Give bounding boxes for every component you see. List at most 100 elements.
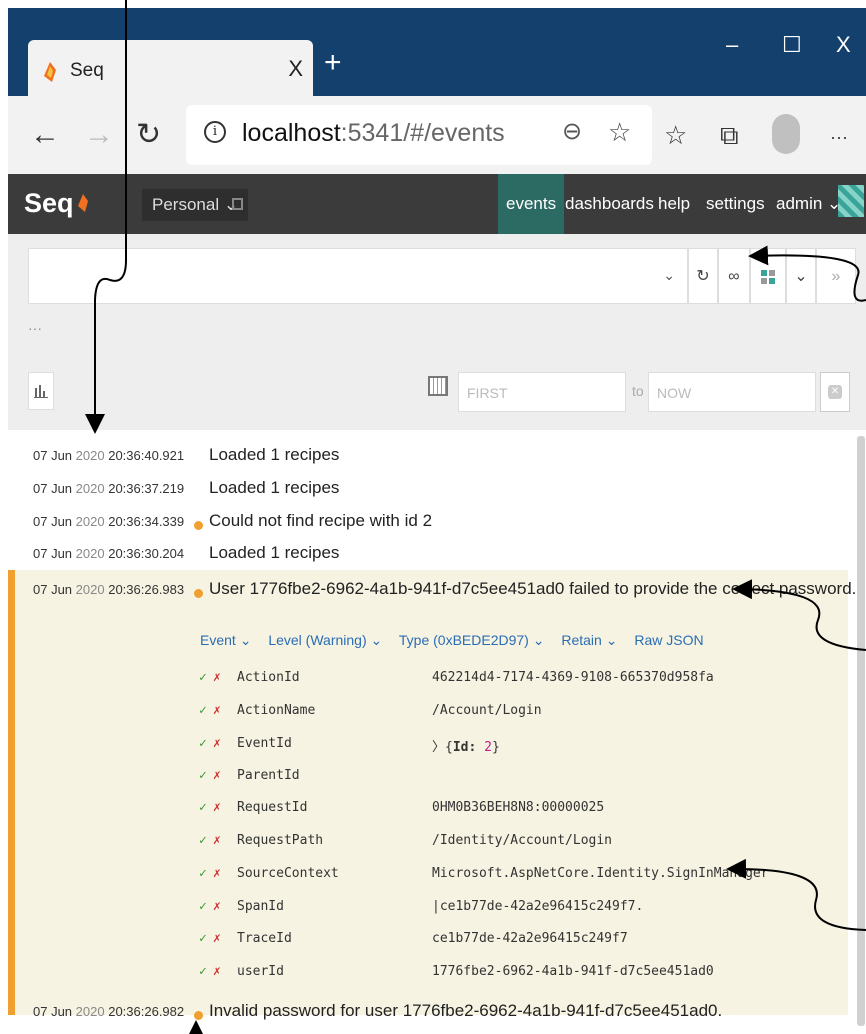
exclude-filter-icon[interactable]: ✗ [213,768,221,783]
calendar-icon[interactable] [428,376,448,396]
property-value: /Identity/Account/Login [432,833,613,848]
exclude-filter-icon[interactable]: ✗ [213,964,221,979]
exclude-filter-icon[interactable]: ✗ [213,866,221,881]
property-row: ✓ ✗ RequestId 0HM0B36BEH8N8:00000025 [199,792,839,824]
browser-toolbar: ← → ↻ i localhost:5341/#/events ⊖ ☆ ☆ ⧉ … [8,96,866,174]
event-message: Loaded 1 recipes [209,445,340,464]
property-name: ParentId [237,768,300,783]
event-row[interactable]: 07 Jun 2020 20:36:34.339 Could not find … [8,506,848,538]
nav-help[interactable]: help [658,174,690,234]
browser-tab-seq[interactable]: Seq X [28,40,313,104]
date-from-input[interactable]: FIRST [458,372,626,412]
signal-dropdown-button[interactable]: ⌄ [786,248,816,304]
scrollbar[interactable] [857,436,865,1026]
admin-avatar[interactable] [838,185,864,217]
property-row: ✓ ✗ SpanId |ce1b77de-42a2e96415c249f7. [199,891,839,923]
nav-dashboards[interactable]: dashboards [565,174,654,234]
property-name: ActionName [237,703,316,718]
nav-events[interactable]: events [498,174,565,234]
exclude-filter-icon[interactable]: ✗ [213,736,221,751]
zoom-icon[interactable]: ⊖ [562,117,582,146]
back-icon[interactable]: ← [30,120,60,150]
more-menu-icon[interactable]: ··· [830,122,848,152]
exclude-filter-icon[interactable]: ✗ [213,703,221,718]
event-menu-button[interactable]: Event ⌄ [200,632,251,648]
include-filter-icon[interactable]: ✓ [199,866,207,881]
minimize-button[interactable]: – [726,32,738,58]
event-row-selected[interactable]: 07 Jun 2020 20:36:26.983 User 1776fbe2-6… [8,574,856,606]
property-row: ✓ ✗ RequestPath /Identity/Account/Login [199,825,839,857]
event-row[interactable]: 07 Jun 2020 20:36:40.921 Loaded 1 recipe… [8,440,848,472]
type-filter-button[interactable]: Type (0xBEDE2D97) ⌄ [399,632,545,648]
event-row[interactable]: 07 Jun 2020 20:36:37.219 Loaded 1 recipe… [8,473,848,505]
property-name: SourceContext [237,866,339,881]
expanded-event: 07 Jun 2020 20:36:26.983 User 1776fbe2-6… [8,570,856,1015]
event-timestamp: 07 Jun 2020 20:36:30.204 [33,546,185,561]
tab-close-icon[interactable]: X [288,56,303,82]
seq-flame-icon [78,194,88,212]
retain-button[interactable]: Retain ⌄ [561,632,617,648]
include-filter-icon[interactable]: ✓ [199,670,207,685]
nav-admin[interactable]: admin ⌄ [776,174,841,234]
seq-logo[interactable]: Seq [24,188,74,219]
search-input[interactable]: ⌄ [28,248,688,304]
save-workspace-icon[interactable] [232,198,243,210]
search-history-dropdown[interactable]: ⌄ [663,267,675,284]
exclude-filter-icon[interactable]: ✗ [213,899,221,914]
browser-titlebar: Seq X + – ☐ X [8,8,866,104]
include-filter-icon[interactable]: ✓ [199,899,207,914]
clear-icon: ✕ [828,385,842,399]
property-value: |ce1b77de-42a2e96415c249f7. [432,899,644,914]
property-value: 0HM0B36BEH8N8:00000025 [432,800,605,815]
forward-icon[interactable]: → [84,120,114,150]
event-row[interactable]: 07 Jun 2020 20:36:30.204 Loaded 1 recipe… [8,538,848,570]
property-row: ✓ ✗ userId 1776fbe2-6962-4a1b-941f-d7c5ee… [199,956,839,988]
event-message: Could not find recipe with id 2 [209,511,433,530]
nav-settings[interactable]: settings [706,174,765,234]
include-filter-icon[interactable]: ✓ [199,800,207,815]
seq-favicon-icon [44,62,56,82]
new-tab-button[interactable]: + [324,48,342,78]
property-value: /Account/Login [432,703,542,718]
refresh-icon[interactable]: ↻ [136,120,161,150]
tail-button[interactable]: ∞ [718,248,750,304]
include-filter-icon[interactable]: ✓ [199,703,207,718]
exclude-filter-icon[interactable]: ✗ [213,800,221,815]
info-icon[interactable]: i [204,121,226,143]
collections-icon[interactable]: ⧉ [720,120,739,150]
event-timestamp: 07 Jun 2020 20:36:26.983 [33,582,185,597]
event-message: User 1776fbe2-6962-4a1b-941f-d7c5ee451ad… [209,579,857,598]
refresh-button[interactable]: ↻ [688,248,718,304]
favorite-icon[interactable]: ☆ [608,117,631,148]
collapse-sidebar-button[interactable]: » [816,248,856,304]
exclude-filter-icon[interactable]: ✗ [213,833,221,848]
include-filter-icon[interactable]: ✓ [199,833,207,848]
tail-icon: ∞ [728,268,740,285]
filter-more[interactable]: ··· [28,320,42,336]
maximize-button[interactable]: ☐ [782,32,802,58]
close-window-button[interactable]: X [836,32,851,58]
refresh-icon: ↻ [696,268,710,285]
profile-icon[interactable] [772,114,800,154]
raw-json-button[interactable]: Raw JSON [634,632,703,648]
property-row: ✓ ✗ ActionName /Account/Login [199,695,839,727]
level-filter-button[interactable]: Level (Warning) ⌄ [268,632,382,648]
favorites-list-icon[interactable]: ☆ [664,120,687,150]
property-name: userId [237,964,284,979]
include-filter-icon[interactable]: ✓ [199,931,207,946]
signal-button[interactable] [750,248,786,304]
exclude-filter-icon[interactable]: ✗ [213,931,221,946]
exclude-filter-icon[interactable]: ✗ [213,670,221,685]
histogram-button[interactable] [28,372,54,410]
include-filter-icon[interactable]: ✓ [199,736,207,751]
date-to-input[interactable]: NOW [648,372,816,412]
include-filter-icon[interactable]: ✓ [199,768,207,783]
property-value-structured[interactable]: 〉{Id: 2} [432,736,500,755]
property-name: EventId [237,736,292,751]
include-filter-icon[interactable]: ✓ [199,964,207,979]
event-row[interactable]: 07 Jun 2020 20:36:26.982 Invalid passwor… [8,996,848,1028]
property-row: ✓ ✗ SourceContext Microsoft.AspNetCore.Id… [199,858,839,890]
clear-date-button[interactable]: ✕ [820,372,850,412]
address-url[interactable]: localhost:5341/#/events [242,119,505,148]
address-bar[interactable]: i localhost:5341/#/events ⊖ ☆ [186,105,652,165]
